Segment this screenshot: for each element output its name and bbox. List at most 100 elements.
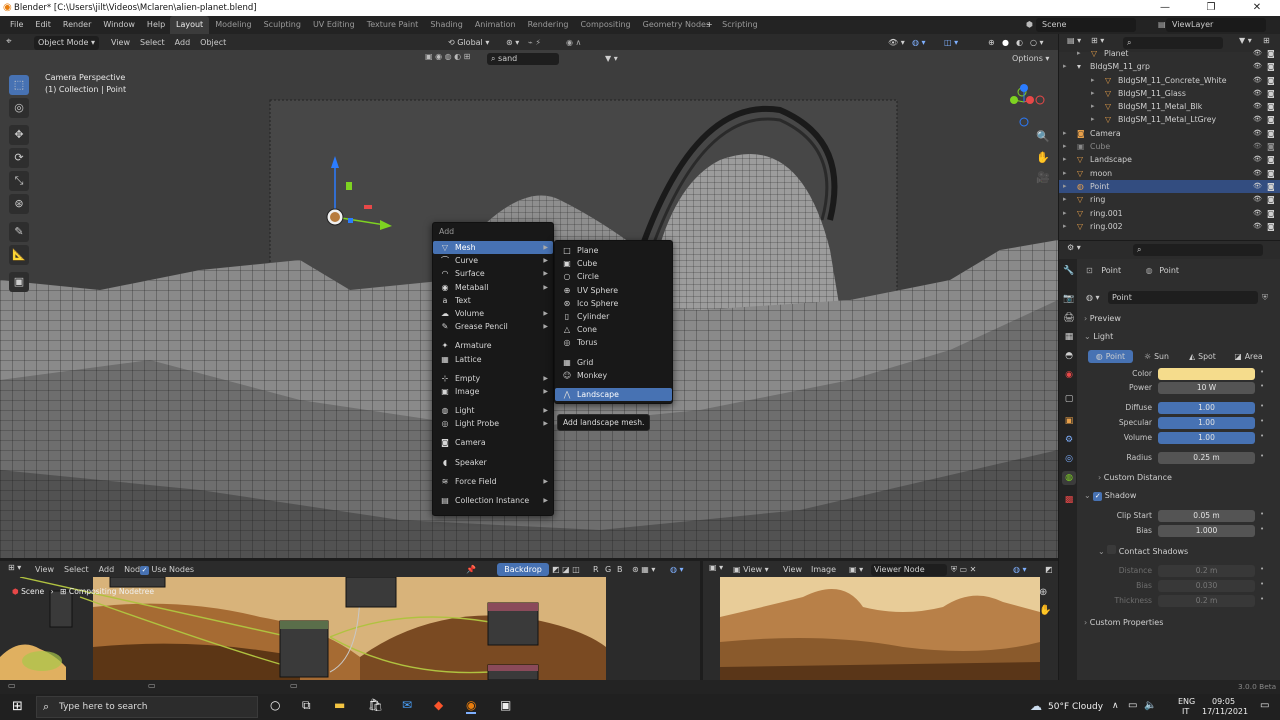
proportional-edit-icon[interactable]: ◉ ∧	[566, 36, 581, 50]
3d-viewport[interactable]: ⬚ ◎ ✥ ⟳ ⤡ ⊛ ✎ 📐 ▣ Camera Perspective (1)…	[0, 50, 1058, 558]
camera-view-icon[interactable]: 🎥	[1036, 171, 1050, 184]
outliner-row[interactable]: ▸ ◙ Camera 👁 ◙	[1059, 127, 1280, 140]
overlay-toggle-icon[interactable]: ◍ ▾	[912, 36, 926, 50]
menu-render[interactable]: Render	[57, 16, 97, 34]
image-actions-icons[interactable]: ⛨ ▭ ✕	[951, 563, 976, 577]
mesh-item-uv-sphere[interactable]: ⊕ UV Sphere	[555, 284, 672, 297]
shading-material-icon[interactable]: ◐	[1016, 36, 1023, 50]
expand-arrow-icon[interactable]: ▸	[1063, 140, 1067, 153]
visibility-eye-icon[interactable]: 👁	[1253, 47, 1262, 60]
modifier-tab-icon[interactable]: ⚙	[1062, 433, 1076, 447]
scene-selector[interactable]: Scene	[1036, 18, 1136, 32]
tab-shading[interactable]: Shading	[424, 16, 469, 34]
color-swatch[interactable]	[1158, 368, 1255, 380]
bias-keyframe-dot[interactable]: •	[1260, 525, 1264, 533]
add-menu-item-curve[interactable]: ⌒ Curve ▶	[433, 254, 553, 267]
tab-compositing[interactable]: Compositing	[574, 16, 636, 34]
move-tool-icon[interactable]: ✥	[9, 125, 29, 145]
expand-arrow-icon[interactable]: ▸	[1063, 180, 1067, 193]
add-menu-item-speaker[interactable]: ◖ Speaker	[433, 456, 553, 469]
viewport-menu-view[interactable]: View	[106, 35, 135, 51]
expand-arrow-icon[interactable]: ▸	[1063, 193, 1067, 206]
channel-r[interactable]: R	[593, 563, 599, 577]
windows-start-icon[interactable]: ⊞	[12, 699, 23, 714]
tab-sculpting[interactable]: Sculpting	[258, 16, 307, 34]
outliner-row[interactable]: ▸ ▣ Cube 👁 ◙	[1059, 140, 1280, 153]
properties-editor-icon[interactable]: ⚙ ▾	[1067, 243, 1081, 252]
node-editor-canvas[interactable]: ⬢ Scene › ⊞ Compositing Nodetree	[0, 577, 700, 680]
expand-arrow-icon[interactable]: ▸	[1063, 167, 1067, 180]
mesh-item-circle[interactable]: ○ Circle	[555, 270, 672, 283]
editor-type-icon[interactable]: ⌖	[6, 36, 12, 47]
volume-keyframe-dot[interactable]: •	[1260, 432, 1264, 440]
clock-time[interactable]: 09:05	[1212, 697, 1235, 706]
light-type-spot[interactable]: ◭ Spot	[1180, 350, 1225, 363]
pan-hand-icon[interactable]: ✋	[1036, 151, 1050, 164]
rotate-tool-icon[interactable]: ⟳	[9, 148, 29, 168]
shading-rendered-icon[interactable]: ○ ▾	[1030, 36, 1044, 50]
mesh-item-cube[interactable]: ▣ Cube	[555, 257, 672, 270]
backdrop-channel-icons[interactable]: ◩ ◪ ◫	[552, 563, 580, 577]
render-camera-icon[interactable]: ◙	[1267, 140, 1275, 153]
visibility-eye-icon[interactable]: 👁	[1253, 180, 1262, 193]
visibility-eye-icon[interactable]: 👁	[1253, 153, 1262, 166]
image-pan-icon[interactable]: ✋	[1039, 605, 1051, 616]
image-editor-type-icon[interactable]: ▣ ▾	[709, 563, 723, 572]
navigation-gizmo[interactable]	[1000, 80, 1050, 130]
node-editor-type-icon[interactable]: ⊞ ▾	[8, 563, 21, 572]
diffuse-field[interactable]: 1.00	[1158, 402, 1255, 414]
close-button[interactable]: ✕	[1234, 0, 1280, 16]
add-workspace-button[interactable]: +	[700, 16, 719, 34]
add-menu-item-grease-pencil[interactable]: ✎ Grease Pencil ▶	[433, 320, 553, 333]
physics-tab-icon[interactable]: ◎	[1062, 452, 1076, 466]
output-tab-icon[interactable]: 🖨	[1062, 311, 1076, 325]
image-menu-view[interactable]: View	[783, 563, 802, 577]
node-menu-view[interactable]: View	[30, 562, 59, 578]
maximize-button[interactable]: ❐	[1188, 0, 1234, 16]
radius-keyframe-dot[interactable]: •	[1260, 452, 1264, 460]
light-type-sun[interactable]: ☼ Sun	[1134, 350, 1179, 363]
render-camera-icon[interactable]: ◙	[1267, 180, 1275, 193]
backdrop-toggle[interactable]: Backdrop	[497, 563, 549, 576]
render-camera-icon[interactable]: ◙	[1267, 100, 1275, 113]
render-tab-icon[interactable]: 📷	[1062, 292, 1076, 306]
view-type-icons[interactable]: ▣ ◉ ◍ ◐ ⊞	[425, 52, 470, 61]
menu-help[interactable]: Help	[141, 16, 171, 34]
add-menu-item-force-field[interactable]: ≋ Force Field ▶	[433, 475, 553, 488]
light-data-tab-icon[interactable]: ◍	[1062, 471, 1076, 485]
expand-arrow-icon[interactable]: ▸	[1091, 113, 1095, 126]
diffuse-keyframe-dot[interactable]: •	[1260, 402, 1264, 410]
visibility-eye-icon[interactable]: 👁	[1253, 127, 1262, 140]
render-camera-icon[interactable]: ◙	[1267, 87, 1275, 100]
network-icon[interactable]: ▭	[1128, 700, 1137, 711]
image-zoom-icon[interactable]: ⊕	[1039, 587, 1047, 598]
view-layer-tab-icon[interactable]: ▦	[1062, 330, 1076, 344]
app-icon[interactable]: ▣	[500, 698, 511, 712]
annotate-tool-icon[interactable]: ✎	[9, 222, 29, 242]
object-mode-dropdown[interactable]: Object Mode ▾	[34, 36, 99, 50]
add-menu-item-mesh[interactable]: ▽ Mesh ▶	[433, 241, 553, 255]
outliner-row[interactable]: ▸ ▽ BldgSM_11_Concrete_White 👁 ◙	[1059, 74, 1280, 87]
filter-search-field[interactable]: ⌕ sand	[487, 53, 559, 65]
mail-icon[interactable]: ✉	[402, 698, 412, 712]
tab-modeling[interactable]: Modeling	[209, 16, 257, 34]
visibility-eye-icon[interactable]: 👁	[1253, 220, 1262, 233]
add-menu-item-volume[interactable]: ☁ Volume ▶	[433, 307, 553, 320]
visibility-eye-icon[interactable]: 👁	[1253, 193, 1262, 206]
minimize-button[interactable]: —	[1142, 0, 1188, 16]
add-menu-item-light-probe[interactable]: ◎ Light Probe ▶	[433, 417, 553, 430]
outliner-row[interactable]: ▸ ▽ Planet 👁 ◙	[1059, 47, 1280, 60]
blender-taskbar-icon[interactable]: ◉	[466, 698, 477, 714]
scene-tab-icon[interactable]: ◓	[1062, 349, 1076, 363]
visibility-eye-icon[interactable]: 👁	[1253, 100, 1262, 113]
render-camera-icon[interactable]: ◙	[1267, 127, 1275, 140]
store-icon[interactable]: 🛍	[368, 698, 383, 712]
light-section[interactable]: ⌄ Light	[1084, 329, 1274, 345]
notifications-icon[interactable]: ▭	[1260, 700, 1269, 711]
node-menu-add[interactable]: Add	[94, 562, 120, 578]
visibility-eye-icon[interactable]: 👁	[1253, 140, 1262, 153]
expand-arrow-icon[interactable]: ▸	[1063, 207, 1067, 220]
use-nodes-toggle[interactable]: ✓ Use Nodes	[140, 563, 194, 577]
node-overlay-icon[interactable]: ◍ ▾	[670, 563, 684, 577]
shadow-checkbox[interactable]: ✓	[1093, 492, 1103, 501]
